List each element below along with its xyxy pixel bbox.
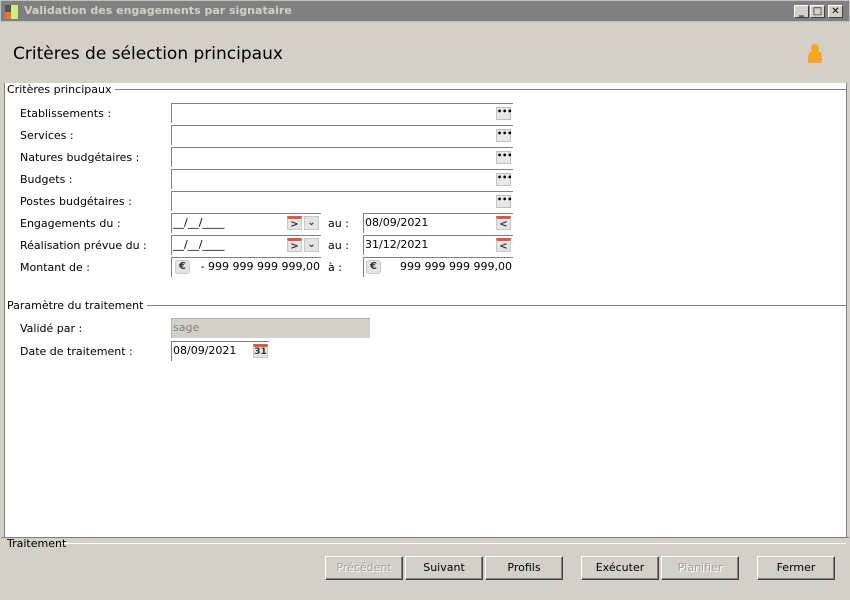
minimize-button[interactable]: _ [794,5,809,18]
montant-from-input[interactable]: - 999 999 999 999,00 [171,257,321,277]
label-engagements: Engagements du : [20,217,121,230]
close-button[interactable]: ✕ [828,5,843,18]
divider [60,543,846,544]
postes-input[interactable] [171,191,513,211]
label-date-traitement: Date de traitement : [20,345,133,358]
natures-input[interactable] [171,147,513,167]
engagements-to-input[interactable]: 08/09/2021 [363,213,513,233]
label-valide-par: Validé par : [20,322,83,335]
realisation-to-input[interactable]: 31/12/2021 [363,235,513,255]
maximize-button[interactable]: □ [810,5,825,18]
calendar-next-icon[interactable]: > [287,216,302,230]
euro-icon[interactable]: € [366,260,381,274]
budgets-input[interactable] [171,169,513,189]
valide-par-input: sage [171,318,370,338]
precedent-button[interactable]: Précédent [325,556,403,580]
suivant-button[interactable]: Suivant [405,556,483,580]
label-natures: Natures budgétaires : [20,151,140,164]
section-title-criteres: Critères principaux [7,83,116,96]
planifier-button[interactable]: Planifier [661,556,739,580]
label-etablissements: Etablissements : [20,107,112,120]
chevron-down-icon[interactable]: ⌄ [304,216,319,230]
section-title-traitement: Traitement [7,537,67,550]
profils-button[interactable]: Profils [485,556,563,580]
browse-icon[interactable]: ••• [496,151,512,164]
browse-icon[interactable]: ••• [496,195,512,208]
chevron-down-icon[interactable]: ⌄ [304,238,319,252]
app-icon [5,5,19,19]
label-au: au : [328,239,349,252]
divider [90,89,846,90]
section-title-parametre: Paramètre du traitement [7,299,148,312]
window-title: Validation des engagements par signatair… [24,4,292,17]
euro-icon[interactable]: € [175,260,190,274]
user-icon[interactable] [807,44,823,64]
calendar-prev-icon[interactable]: < [496,238,511,252]
etablissements-input[interactable] [171,103,513,123]
montant-to-input[interactable]: 999 999 999 999,00 [363,257,513,277]
label-services: Services : [20,129,74,142]
services-input[interactable] [171,125,513,145]
calendar-icon[interactable]: 31 [253,344,268,358]
browse-icon[interactable]: ••• [496,129,512,142]
label-au: au : [328,217,349,230]
label-a: à : [328,261,342,274]
calendar-prev-icon[interactable]: < [496,216,511,230]
label-budgets: Budgets : [20,173,73,186]
browse-icon[interactable]: ••• [496,107,512,120]
label-postes: Postes budgétaires : [20,195,132,208]
fermer-button[interactable]: Fermer [757,556,835,580]
browse-icon[interactable]: ••• [496,173,512,186]
label-realisation: Réalisation prévue du : [20,239,147,252]
label-montant: Montant de : [20,261,90,274]
executer-button[interactable]: Exécuter [581,556,659,580]
page-title: Critères de sélection principaux [13,44,283,64]
calendar-next-icon[interactable]: > [287,238,302,252]
divider [124,305,846,306]
